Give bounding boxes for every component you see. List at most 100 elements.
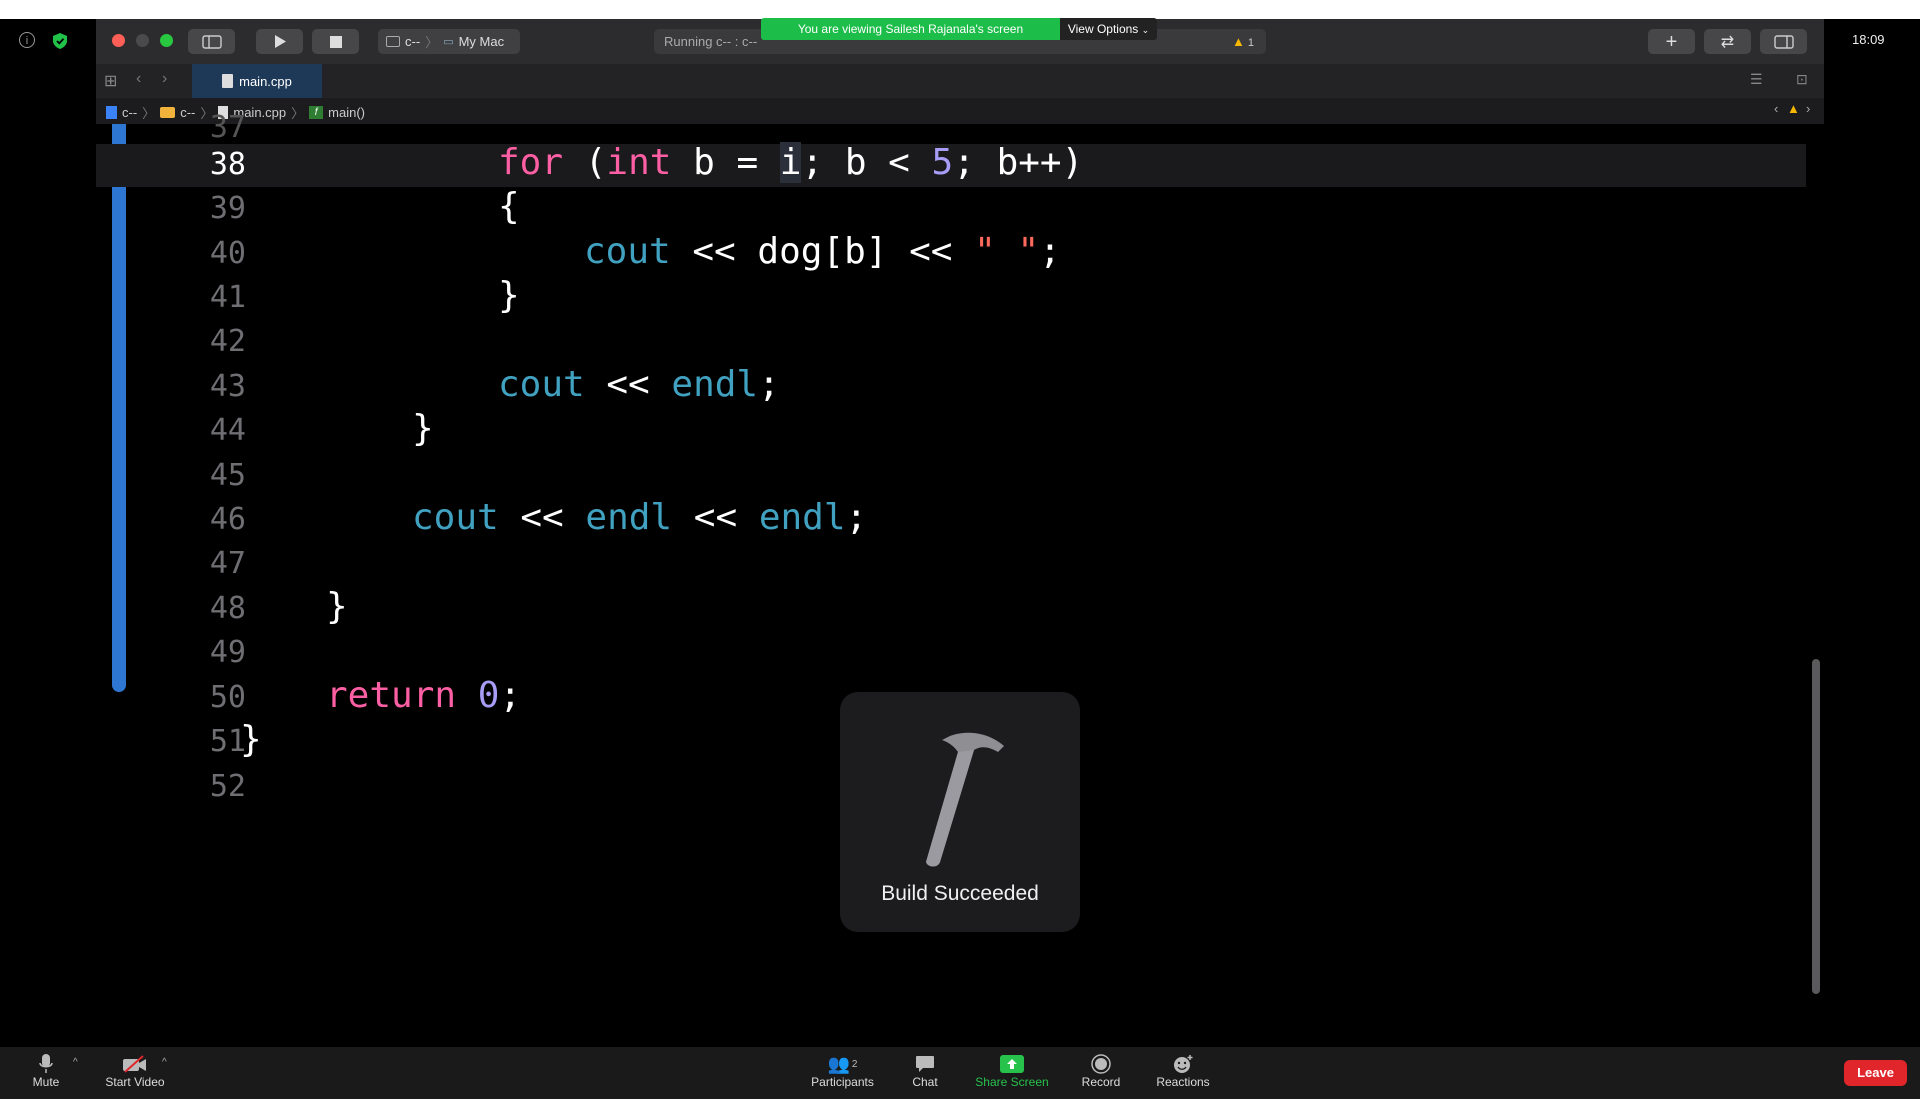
chat-button[interactable]: Chat bbox=[905, 1053, 945, 1089]
line-number: 49 bbox=[209, 635, 246, 670]
play-icon bbox=[274, 35, 286, 48]
zoom-left-panel bbox=[0, 19, 96, 1047]
warning-count: 1 bbox=[1247, 37, 1254, 49]
mac-icon: ▭ bbox=[443, 36, 454, 48]
code-line-46: cout << endl << endl; bbox=[412, 497, 868, 538]
code-line-48: } bbox=[326, 586, 348, 627]
change-bar bbox=[112, 124, 126, 692]
chat-icon bbox=[916, 1056, 934, 1072]
zoom-right-panel bbox=[1824, 19, 1920, 1047]
chevron-right-icon: 〉 bbox=[291, 106, 305, 121]
hammer-icon bbox=[926, 732, 1004, 867]
line-number: 48 bbox=[209, 591, 246, 626]
line-number: 50 bbox=[209, 680, 246, 715]
mute-label: Mute bbox=[32, 1075, 60, 1089]
toggle-navigator-button[interactable] bbox=[188, 29, 235, 54]
record-icon bbox=[1091, 1054, 1111, 1074]
line-number: 45 bbox=[209, 458, 246, 493]
next-issue-icon[interactable]: › bbox=[1806, 101, 1810, 116]
terminal-icon bbox=[386, 36, 400, 47]
code-line-44: } bbox=[412, 408, 434, 449]
audio-options-caret-icon[interactable]: ^ bbox=[73, 1057, 78, 1068]
line-number: 39 bbox=[209, 191, 246, 226]
breadcrumb-item-project[interactable]: c-- bbox=[122, 105, 137, 120]
mute-button[interactable]: Mute bbox=[26, 1053, 66, 1089]
video-options-caret-icon[interactable]: ^ bbox=[162, 1057, 167, 1068]
top-strip bbox=[0, 0, 1920, 19]
cpp-file-icon bbox=[222, 74, 234, 88]
share-screen-button[interactable]: Share Screen bbox=[972, 1053, 1052, 1089]
minimize-window-button[interactable] bbox=[136, 34, 149, 47]
participants-label: Participants bbox=[811, 1075, 874, 1089]
code-line-39: { bbox=[498, 186, 520, 227]
run-button[interactable] bbox=[256, 29, 303, 54]
line-number: 52 bbox=[209, 769, 246, 804]
code-line-43: cout << endl; bbox=[498, 364, 780, 405]
stop-icon bbox=[329, 35, 342, 48]
record-button[interactable]: Record bbox=[1080, 1053, 1122, 1089]
line-number: 42 bbox=[209, 324, 246, 359]
toggle-inspector-button[interactable] bbox=[1760, 29, 1807, 54]
share-screen-label: Share Screen bbox=[975, 1075, 1049, 1089]
line-number: 46 bbox=[209, 502, 246, 537]
tab-main-cpp[interactable]: main.cpp bbox=[192, 64, 322, 98]
line-number: 44 bbox=[209, 413, 246, 448]
view-options-button[interactable]: View Options ⌄ bbox=[1060, 18, 1157, 40]
view-options-label: View Options bbox=[1067, 22, 1139, 36]
start-video-label: Start Video bbox=[105, 1075, 165, 1089]
code-review-button[interactable]: ⇄ bbox=[1704, 29, 1751, 54]
line-number-current: 38 bbox=[209, 147, 246, 182]
jump-bar: c-- 〉 c-- 〉 main.cpp 〉 f main() ‹ ▲ › bbox=[96, 98, 1824, 124]
line-number: 43 bbox=[209, 369, 246, 404]
back-arrow-icon[interactable]: ‹ bbox=[136, 70, 141, 88]
leave-button[interactable]: Leave bbox=[1844, 1060, 1907, 1086]
participants-button[interactable]: 👥 2 Participants bbox=[805, 1053, 880, 1090]
close-window-button[interactable] bbox=[112, 34, 125, 47]
info-icon[interactable]: i bbox=[19, 32, 35, 48]
build-status-label: Build Succeeded bbox=[881, 882, 1039, 905]
code-line-40: cout << dog[b] << " "; bbox=[584, 231, 1061, 272]
vertical-scrollbar[interactable] bbox=[1812, 659, 1820, 994]
code-line-51: } bbox=[240, 719, 262, 760]
share-screen-icon bbox=[1000, 1055, 1024, 1073]
record-label: Record bbox=[1081, 1075, 1121, 1089]
clock: 18:09 bbox=[1852, 32, 1885, 47]
add-editor-icon[interactable]: ⊡ bbox=[1796, 71, 1808, 88]
code-line-38: for (int b = i; b < 5; b++) bbox=[498, 142, 1084, 183]
grid-icon[interactable]: ⊞ bbox=[104, 71, 117, 91]
zoom-meeting-controls: Mute ^ Start Video ^ 👥 2 Participants Cha… bbox=[0, 1047, 1920, 1099]
line-number: 37 bbox=[209, 110, 246, 145]
warning-icon: ▲ bbox=[1232, 34, 1245, 49]
chevron-right-icon: 〉 bbox=[425, 35, 439, 50]
participants-icon: 👥 bbox=[827, 1053, 850, 1074]
function-icon: f bbox=[309, 106, 324, 119]
chat-label: Chat bbox=[912, 1075, 938, 1089]
reactions-button[interactable]: Reactions bbox=[1153, 1053, 1213, 1089]
swap-arrows-icon: ⇄ bbox=[1720, 33, 1735, 51]
sidebar-icon bbox=[201, 34, 222, 49]
editor-options-icon[interactable]: ☰ bbox=[1750, 71, 1763, 88]
line-number: 47 bbox=[209, 546, 246, 581]
breadcrumb-item-function[interactable]: main() bbox=[328, 105, 365, 120]
video-off-icon bbox=[123, 1055, 146, 1073]
tab-label: main.cpp bbox=[239, 73, 292, 89]
emoji-plus-icon bbox=[1174, 1055, 1193, 1073]
warning-indicator[interactable]: ▲ 1 bbox=[1232, 34, 1254, 49]
library-button[interactable]: + bbox=[1648, 29, 1695, 54]
build-status-hud: Build Succeeded bbox=[840, 692, 1080, 932]
security-shield-icon[interactable] bbox=[52, 32, 68, 50]
warning-icon[interactable]: ▲ bbox=[1787, 101, 1800, 116]
zoom-window-button[interactable] bbox=[160, 34, 173, 47]
line-number: 40 bbox=[209, 236, 246, 271]
inspector-icon bbox=[1773, 34, 1794, 49]
chevron-down-icon: ⌄ bbox=[1141, 25, 1150, 35]
code-line-50: return 0; bbox=[326, 675, 522, 716]
forward-arrow-icon[interactable]: › bbox=[162, 70, 167, 88]
plus-icon: + bbox=[1665, 30, 1678, 53]
stop-button[interactable] bbox=[312, 29, 359, 54]
previous-issue-icon[interactable]: ‹ bbox=[1774, 101, 1778, 116]
xcode-window: c-- 〉 ▭ My Mac Running c-- : c-- ▲ 1 + ⇄ … bbox=[96, 19, 1824, 1047]
reactions-label: Reactions bbox=[1156, 1075, 1210, 1089]
start-video-button[interactable]: Start Video bbox=[100, 1053, 170, 1089]
scheme-selector[interactable]: c-- 〉 ▭ My Mac bbox=[378, 29, 520, 54]
